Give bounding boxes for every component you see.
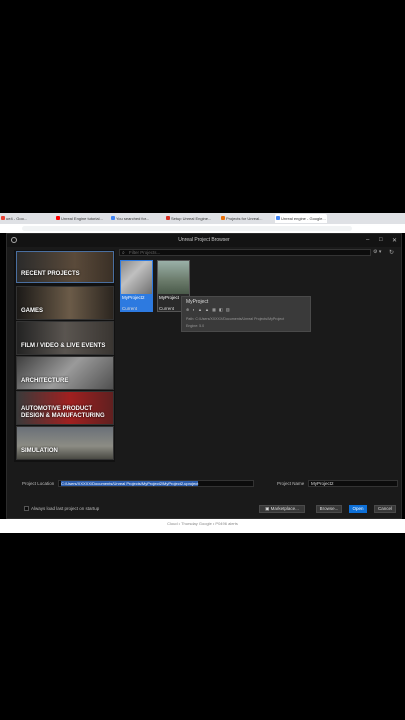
browser-tab[interactable]: Projects for Unreal... (220, 214, 268, 223)
favicon-icon (111, 216, 115, 220)
project-thumbnail (158, 261, 189, 294)
filter-projects-input[interactable]: ⌕ Filter Projects... (119, 249, 371, 256)
category-recent-projects[interactable]: RECENT PROJECTS (16, 251, 114, 283)
address-bar[interactable] (0, 224, 405, 233)
category-film-video[interactable]: FILM / VIDEO & LIVE EVENTS (16, 321, 114, 355)
project-location-label: Project Location (22, 481, 55, 486)
project-thumbnail (121, 261, 152, 294)
project-tooltip: MyProject ⊕ ◐ ▲ ▲ ▦ ◧ ▥ Path: C:/Users/X… (181, 296, 311, 332)
category-simulation[interactable]: SIMULATION (16, 426, 114, 460)
project-browser-window: Unreal Project Browser – □ ✕ RECENT PROJ… (6, 233, 402, 519)
favicon-icon (221, 216, 225, 220)
status-bar: Cloud • Thursday Google • P0496 alerts (0, 519, 405, 533)
refresh-icon[interactable]: ↻ (389, 249, 394, 256)
open-button[interactable]: Open (349, 505, 367, 513)
favicon-icon (276, 216, 280, 220)
always-load-checkbox[interactable] (24, 506, 29, 511)
favicon-icon (56, 216, 60, 220)
url-field[interactable] (22, 226, 352, 231)
always-load-label: Always load last project on startup (31, 506, 100, 511)
project-grid: MyProject2 Current MyProject Current (119, 258, 397, 458)
maximize-button[interactable]: □ (379, 237, 383, 243)
project-location-field[interactable]: C:/Users/XXXXX/Documents/Unreal Projects… (58, 480, 254, 487)
project-name-field[interactable]: MyProject2 (308, 480, 398, 487)
favicon-icon (1, 216, 5, 220)
browser-tab[interactable]: ue4 - Goo... (0, 214, 48, 223)
category-automotive[interactable]: AUTOMOTIVE PRODUCT DESIGN & MANUFACTURIN… (16, 391, 114, 425)
project-tile-myproject2[interactable]: MyProject2 Current (120, 260, 153, 312)
browser-tab[interactable]: Setup Unreal Engine... (165, 214, 213, 223)
project-name-label: Project Name (277, 481, 305, 486)
minimize-button[interactable]: – (366, 237, 369, 243)
browser-tab[interactable]: You searched for... (110, 214, 158, 223)
browse-button[interactable]: Browse... (316, 505, 342, 513)
category-list: RECENT PROJECTS GAMES FILM / VIDEO & LIV… (14, 250, 115, 462)
category-architecture[interactable]: ARCHITECTURE (16, 356, 114, 390)
browser-chrome: ue4 - Goo... Unreal Engine tutorial... Y… (0, 213, 405, 233)
title-bar: Unreal Project Browser – □ ✕ (7, 234, 401, 247)
search-icon: ⌕ (122, 250, 125, 256)
platform-icons: ⊕ ◐ ▲ ▲ ▦ ◧ ▥ (186, 307, 231, 312)
cancel-button[interactable]: Cancel (374, 505, 396, 513)
view-options-icon[interactable]: ⚙ ▾ (373, 249, 381, 255)
category-games[interactable]: GAMES (16, 286, 114, 320)
window-title: Unreal Project Browser (178, 237, 230, 243)
favicon-icon (166, 216, 170, 220)
marketplace-button[interactable]: ▣ Marketplace... (259, 505, 305, 513)
browser-tab[interactable]: Unreal Engine tutorial... (55, 214, 103, 223)
browser-tab-active[interactable]: Unreal engine - Google... (275, 214, 327, 223)
close-button[interactable]: ✕ (392, 237, 397, 244)
